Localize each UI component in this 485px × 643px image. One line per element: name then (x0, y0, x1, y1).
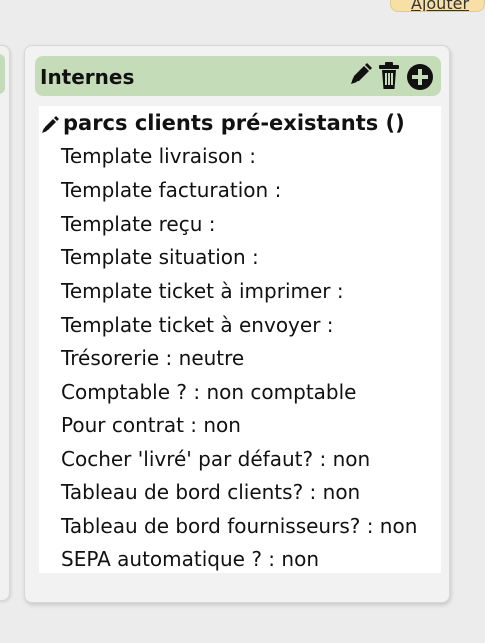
detail-template-recu: Template reçu : (61, 212, 216, 236)
detail-template-livraison: Template livraison : (61, 144, 257, 168)
detail-template-ticket-envoyer: Template ticket à envoyer : (61, 313, 334, 337)
plus-circle-icon[interactable] (405, 62, 435, 92)
detail-comptable: Comptable ? : non comptable (61, 380, 357, 404)
screen: Ajouter Internes parcs clients pré-exist… (0, 0, 485, 643)
add-link[interactable]: Ajouter (411, 0, 469, 11)
detail-template-situation: Template situation : (61, 245, 259, 269)
detail-pour-contrat: Pour contrat : non (61, 413, 241, 437)
detail-livre-defaut: Cocher 'livré' par défaut? : non (61, 447, 371, 471)
detail-template-ticket-imprimer: Template ticket à imprimer : (61, 279, 344, 303)
detail-tresorerie: Trésorerie : neutre (61, 346, 245, 370)
card-title: Internes (40, 65, 135, 89)
add-link-wrapper[interactable]: Ajouter (390, 0, 485, 12)
card-content: parcs clients pré-existants () Template … (39, 106, 441, 573)
detail-tableau-fournisseurs: Tableau de bord fournisseurs? : non (61, 514, 418, 538)
trash-icon[interactable] (376, 61, 402, 91)
card-header: Internes (35, 56, 441, 96)
internes-card: Internes parcs clients pré-existants () … (24, 45, 450, 603)
previous-card-edge (0, 45, 10, 601)
previous-card-header-edge (0, 54, 5, 94)
group-title[interactable]: parcs clients pré-existants () (63, 111, 405, 135)
detail-sepa-automatique: SEPA automatique ? : non (61, 547, 319, 571)
pencil-icon[interactable] (347, 62, 373, 88)
detail-tableau-clients: Tableau de bord clients? : non (61, 480, 361, 504)
pencil-icon[interactable] (41, 116, 59, 134)
detail-template-facturation: Template facturation : (61, 178, 282, 202)
